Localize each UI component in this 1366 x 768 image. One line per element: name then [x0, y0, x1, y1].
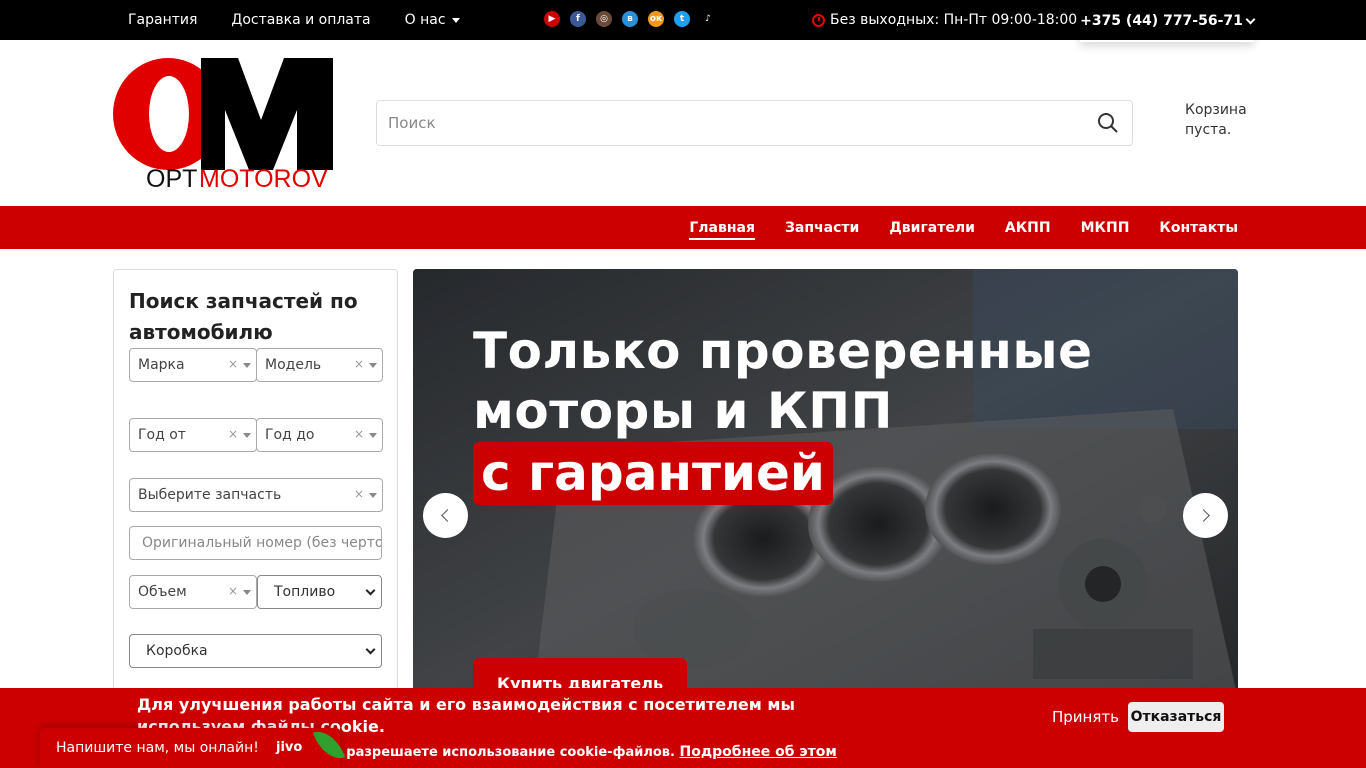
- tiktok-icon[interactable]: ♪: [700, 11, 716, 27]
- top-nav: Гарантия Доставка и оплата О нас: [128, 0, 494, 40]
- clear-icon[interactable]: ×: [354, 427, 364, 441]
- site-logo[interactable]: OPT MOTOROV: [113, 58, 333, 193]
- year-from-label: Год от: [138, 427, 186, 443]
- search-icon[interactable]: [1084, 101, 1132, 145]
- clear-icon[interactable]: ×: [354, 357, 364, 371]
- hero-title: Только проверенные моторы и КПП: [473, 321, 1093, 441]
- nav-item-home-label: Главная: [689, 219, 755, 240]
- hero-title-line1: Только проверенные: [473, 322, 1093, 380]
- brand-select[interactable]: Марка ×: [129, 348, 257, 382]
- facebook-icon[interactable]: f: [570, 11, 586, 27]
- chevron-down-icon: [1245, 14, 1256, 24]
- dropdown-arrow-icon: [369, 363, 377, 368]
- chevron-right-icon: [1197, 509, 1210, 522]
- nav-item-engines[interactable]: Двигатели: [889, 220, 975, 236]
- chevron-left-icon: [441, 509, 454, 522]
- working-hours-text: Без выходных: Пн-Пт 09:00-18:00: [830, 12, 1078, 28]
- model-select-label: Модель: [265, 357, 322, 373]
- working-hours: Без выходных: Пн-Пт 09:00-18:00: [812, 0, 1077, 40]
- search-box: [376, 100, 1133, 146]
- nav-item-mkpp[interactable]: МКПП: [1081, 220, 1130, 236]
- part-select[interactable]: Выберите запчасть ×: [129, 478, 383, 512]
- nav-item-contacts[interactable]: Контакты: [1159, 220, 1238, 236]
- odnoklassniki-icon[interactable]: ок: [648, 11, 664, 27]
- youtube-icon[interactable]: ▶: [544, 11, 560, 27]
- parts-search-title: Поиск запчастей по автомобилю: [129, 289, 358, 344]
- cookie-subtext: ы разрешаете использование cookie-файлов…: [330, 744, 837, 760]
- chevron-down-icon: [365, 644, 376, 655]
- clear-icon[interactable]: ×: [228, 427, 238, 441]
- cookie-deny-button[interactable]: Отказаться: [1128, 702, 1224, 732]
- chat-widget-label: Напишите нам, мы онлайн!: [56, 740, 259, 756]
- nav-item-parts[interactable]: Запчасти: [785, 220, 859, 236]
- top-bar: Гарантия Доставка и оплата О нас ▶ f ◎ в ок t…: [0, 0, 1366, 40]
- top-link-about[interactable]: О нас: [405, 12, 460, 28]
- chat-widget[interactable]: Напишите нам, мы онлайн! jivo: [40, 725, 346, 768]
- top-link-delivery[interactable]: Доставка и оплата: [231, 12, 370, 28]
- search-input[interactable]: [377, 101, 1084, 145]
- gearbox-select[interactable]: Коробка: [129, 634, 382, 668]
- logo-text-opt: OPT: [146, 165, 197, 190]
- gearbox-select-label: Коробка: [146, 643, 208, 659]
- year-from-select[interactable]: Год от ×: [129, 418, 257, 452]
- dropdown-arrow-icon: [243, 433, 251, 438]
- main-nav: Главная Запчасти Двигатели АКПП МКПП Кон…: [0, 206, 1366, 249]
- cookie-accept-button[interactable]: Принять: [1052, 708, 1119, 726]
- brand-select-label: Марка: [138, 357, 185, 373]
- dropdown-arrow-icon: [369, 493, 377, 498]
- phone-dropdown[interactable]: +375 (44) 777-56-71: [1080, 0, 1256, 42]
- cookie-more-link[interactable]: Подробнее об этом: [680, 744, 837, 760]
- oem-number-input[interactable]: Оригинальный номер (без черточек): [129, 526, 382, 560]
- part-select-label: Выберите запчасть: [138, 487, 282, 503]
- hero-slider: Только проверенные моторы и КПП с гарант…: [413, 269, 1238, 699]
- nav-item-home[interactable]: Главная: [689, 219, 755, 240]
- dropdown-arrow-icon: [369, 433, 377, 438]
- dropdown-arrow-icon: [243, 363, 251, 368]
- top-link-guarantee[interactable]: Гарантия: [128, 12, 197, 28]
- twitter-icon[interactable]: t: [674, 11, 690, 27]
- clock-icon: [812, 13, 825, 27]
- volume-select[interactable]: Объем ×: [129, 575, 257, 609]
- jivo-logo: jivo: [276, 740, 303, 755]
- dropdown-arrow-icon: [243, 590, 251, 595]
- logo-text-motorov: MOTOROV: [199, 165, 328, 190]
- chevron-down-icon: [365, 585, 376, 596]
- social-links: ▶ f ◎ в ок t ♪: [544, 11, 716, 27]
- year-to-select[interactable]: Год до ×: [256, 418, 383, 452]
- slider-next-button[interactable]: [1183, 493, 1228, 538]
- caret-down-icon: [451, 17, 460, 23]
- volume-select-label: Объем: [138, 584, 187, 600]
- hero-title-line2: моторы и КПП: [473, 382, 893, 440]
- vk-icon[interactable]: в: [622, 11, 638, 27]
- hero-highlight: с гарантией: [473, 442, 833, 505]
- phone-number: +375 (44) 777-56-71: [1080, 13, 1243, 29]
- cookie-subtext-label: ы разрешаете использование cookie-файлов…: [330, 745, 675, 760]
- fuel-select[interactable]: Топливо: [257, 575, 382, 609]
- instagram-icon[interactable]: ◎: [596, 11, 612, 27]
- year-to-label: Год до: [265, 427, 315, 443]
- clear-icon[interactable]: ×: [228, 357, 238, 371]
- top-link-about-label: О нас: [404, 12, 446, 28]
- nav-item-akpp[interactable]: АКПП: [1005, 220, 1051, 236]
- model-select[interactable]: Модель ×: [256, 348, 383, 382]
- fuel-select-label: Топливо: [274, 584, 336, 600]
- slider-prev-button[interactable]: [423, 493, 468, 538]
- clear-icon[interactable]: ×: [354, 487, 364, 501]
- cart-status[interactable]: Корзина пуста.: [1185, 100, 1265, 140]
- clear-icon[interactable]: ×: [228, 584, 238, 598]
